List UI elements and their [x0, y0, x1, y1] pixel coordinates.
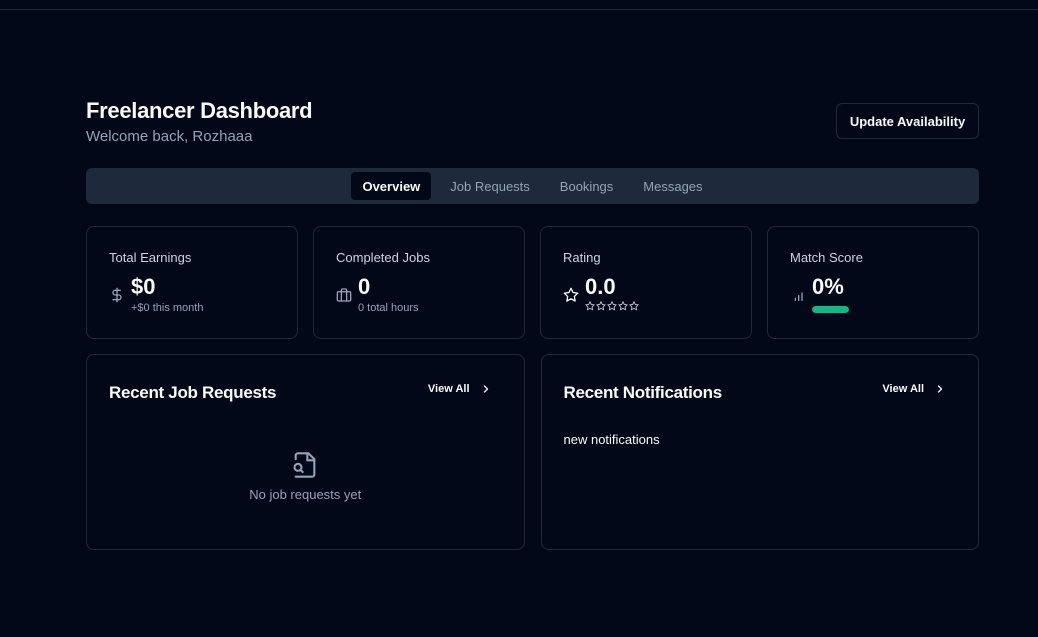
update-availability-button[interactable]: Update Availability: [836, 103, 979, 139]
signal-icon: [794, 292, 803, 301]
recent-notifications-panel: Recent Notifications View All new notifi…: [540, 354, 979, 550]
tab-messages[interactable]: Messages: [632, 172, 713, 200]
empty-state-text: No job requests yet: [249, 487, 362, 502]
chevron-right-icon: [937, 385, 943, 393]
file-search-icon: [293, 452, 316, 478]
stat-label: Completed Jobs: [336, 250, 430, 265]
stat-subtext: +$0 this month: [131, 302, 204, 314]
stat-value: 0%: [812, 274, 844, 299]
welcome-subtitle: Welcome back, Rozhaaa: [86, 128, 253, 145]
progress-fill: [812, 306, 849, 313]
tab-overview[interactable]: Overview: [351, 172, 432, 200]
star-outline-icon: [607, 301, 617, 311]
stat-card-completed-jobs: Completed Jobs 0 0 total hours: [313, 226, 525, 339]
star-outline-icon: [629, 301, 639, 311]
briefcase-icon: [336, 288, 352, 302]
recent-job-requests-panel: Recent Job Requests View All No job requ…: [86, 354, 525, 550]
stat-label: Match Score: [790, 250, 863, 265]
page-header: Freelancer Dashboard Welcome back, Rozha…: [86, 96, 979, 168]
stat-label: Rating: [563, 250, 601, 265]
star-outline-icon: [618, 301, 628, 311]
dollar-icon: [112, 287, 122, 303]
view-all-notifications-link[interactable]: View All: [882, 383, 946, 395]
stat-card-match-score: Match Score 0%: [767, 226, 979, 339]
stat-value: 0: [358, 274, 371, 299]
empty-state: No job requests yet: [87, 451, 524, 502]
stats-row: Total Earnings $0 +$0 this month Complet…: [86, 226, 979, 339]
stat-label: Total Earnings: [109, 250, 192, 265]
panel-title: Recent Job Requests: [109, 383, 277, 402]
rating-stars: [585, 301, 639, 311]
view-all-job-requests-link[interactable]: View All: [428, 383, 492, 395]
top-bar: [0, 0, 1038, 10]
view-all-label: View All: [882, 383, 924, 395]
tab-job-requests[interactable]: Job Requests: [439, 172, 541, 200]
panels-row: Recent Job Requests View All No job requ…: [86, 354, 979, 550]
stat-subtext: 0 total hours: [358, 302, 419, 314]
stat-card-rating: Rating 0.0: [540, 226, 752, 339]
tab-bookings[interactable]: Bookings: [549, 172, 624, 200]
star-outline-icon: [596, 301, 606, 311]
match-score-progress: [812, 306, 849, 313]
star-icon: [563, 287, 579, 302]
stat-value: 0.0: [585, 274, 616, 299]
page-title: Freelancer Dashboard: [86, 98, 313, 123]
view-all-label: View All: [427, 383, 470, 395]
panel-title: Recent Notifications: [563, 383, 723, 402]
stat-card-earnings: Total Earnings $0 +$0 this month: [86, 226, 298, 339]
notifications-text: new notifications: [563, 432, 660, 447]
dashboard-container: Freelancer Dashboard Welcome back, Rozha…: [86, 96, 979, 550]
tab-bar: Overview Job Requests Bookings Messages: [86, 168, 979, 204]
star-outline-icon: [585, 301, 595, 311]
stat-value: $0: [131, 274, 156, 299]
chevron-right-icon: [483, 385, 488, 393]
